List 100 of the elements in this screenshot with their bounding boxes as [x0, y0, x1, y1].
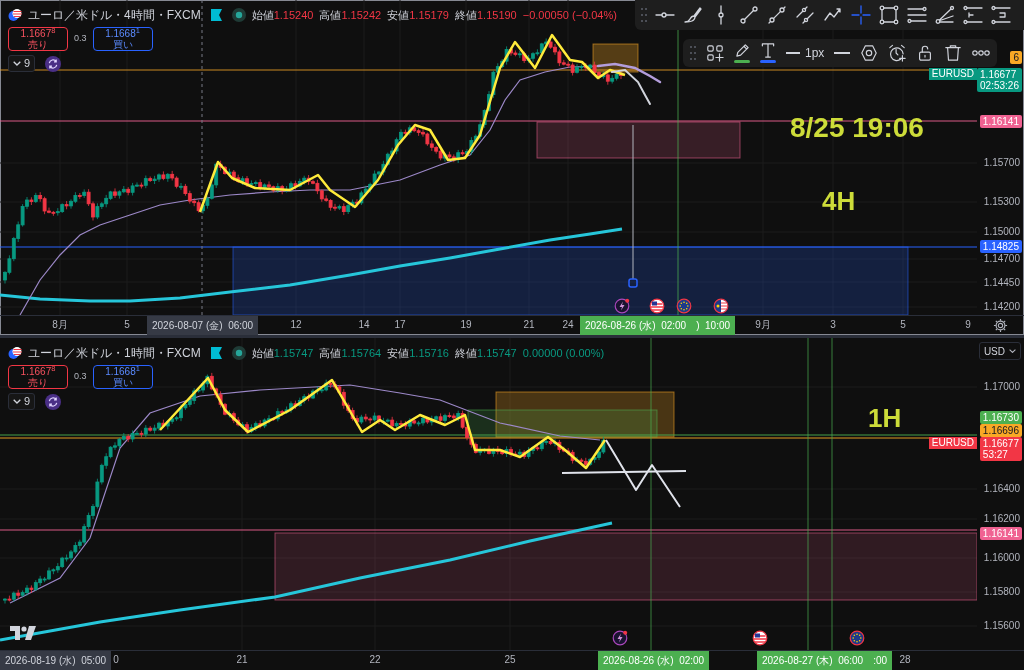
ohlc-value: 終値1.15190	[454, 7, 517, 23]
trend-line-icon[interactable]	[739, 5, 759, 25]
bullish-candle	[407, 124, 412, 136]
bearish-candle	[16, 589, 21, 600]
price-value: 1.16677	[980, 69, 1018, 80]
time-tick: 12	[290, 319, 302, 331]
ray-icon[interactable]	[767, 5, 787, 25]
bearish-candle	[619, 71, 623, 80]
price-tick: 1.14700	[983, 253, 1020, 265]
price-zone	[592, 43, 639, 73]
bullish-candle	[443, 413, 447, 425]
settings-icon[interactable]	[860, 44, 879, 62]
line-icon	[786, 52, 800, 54]
buy-button[interactable]: 1.1668$^{1}$ 買い	[92, 27, 153, 51]
trash-icon[interactable]	[944, 44, 963, 62]
logo-icon[interactable]	[10, 626, 36, 640]
indicators-toggle[interactable]: 9	[8, 393, 36, 410]
time-cursor-label: 2026-08-19 (水) 05:00	[0, 651, 112, 670]
symbol-label: EURUSD	[928, 68, 977, 80]
text-color-button[interactable]	[760, 43, 776, 63]
time-tick: 21	[523, 319, 535, 331]
time-tick: 19	[460, 319, 472, 331]
bearish-candle	[161, 171, 166, 181]
drag-handle-icon[interactable]	[641, 8, 647, 22]
bearish-candle	[258, 419, 263, 429]
price-tick: 1.15800	[983, 586, 1020, 598]
bearish-candle	[148, 425, 153, 433]
chart-pane[interactable]	[0, 0, 1024, 335]
crosshair-icon[interactable]	[851, 5, 871, 25]
bullish-candle	[11, 591, 16, 603]
price-tick: 1.15000	[983, 226, 1020, 238]
sync-icon[interactable]	[45, 393, 62, 410]
chart-pane[interactable]	[0, 338, 1024, 670]
line-width-button[interactable]: 1px	[786, 44, 825, 62]
rectangle-icon[interactable]	[879, 5, 899, 25]
brush-icon[interactable]	[683, 5, 703, 25]
fan-lines-icon[interactable]	[935, 5, 955, 25]
more-icon[interactable]	[972, 50, 991, 56]
template-icon[interactable]	[706, 44, 724, 62]
bearish-candle	[280, 409, 285, 417]
parallel-lines-icon[interactable]	[795, 5, 815, 25]
drag-handle-icon[interactable]	[690, 46, 696, 60]
bullish-candle	[33, 192, 38, 204]
bearish-candle	[139, 430, 144, 438]
time-tick: 9	[965, 319, 971, 331]
chevron-down-icon	[13, 399, 21, 404]
symbol-title[interactable]: ユーロ／米ドル・1時間・FXCM	[28, 344, 201, 362]
bullish-candle	[517, 50, 522, 59]
flag-icon[interactable]	[210, 9, 222, 21]
line-color-button[interactable]	[734, 43, 750, 63]
line-style-icon[interactable]	[834, 52, 851, 54]
time-tick: 17	[394, 319, 406, 331]
bearish-candle	[139, 182, 144, 189]
bearish-candle	[280, 184, 285, 195]
time-tick: 22	[369, 654, 381, 666]
time-tick: 5	[124, 319, 130, 331]
sell-button[interactable]: 1.1667$^{8}$ 売り	[8, 365, 68, 389]
long-position-icon[interactable]	[963, 5, 983, 25]
ohlc-value: 安値1.15716	[387, 345, 449, 361]
time-tick: 9月	[755, 319, 771, 331]
ohlc-value: 高値1.15764	[319, 345, 382, 361]
symbol-title[interactable]: ユーロ／米ドル・4時間・FXCM	[28, 6, 201, 24]
bullish-candle	[3, 597, 7, 604]
bearish-candle	[64, 200, 69, 210]
currency-pair-icon	[8, 8, 22, 22]
bullish-candle	[337, 204, 342, 211]
indicators-toggle[interactable]: 9	[8, 55, 36, 72]
lightning-icon[interactable]	[614, 298, 630, 314]
sync-icon[interactable]	[45, 55, 62, 72]
annotation-text: 8/25 19:06	[790, 114, 924, 142]
price-tick: 1.15300	[983, 196, 1020, 208]
time-tick: 8月	[52, 319, 68, 331]
price-tick: 1.17000	[983, 381, 1020, 393]
time-marker-label: ) 10:00	[691, 316, 736, 335]
eu-flag-icon[interactable]	[676, 298, 692, 314]
price-value: 1.16677	[982, 438, 1019, 449]
horizontal-lines-icon[interactable]	[907, 5, 927, 25]
short-position-icon[interactable]	[991, 5, 1011, 25]
time-tick: 21	[236, 654, 248, 666]
flag-icon[interactable]	[210, 347, 222, 359]
bearish-candle	[161, 419, 166, 429]
eu-flag-icon[interactable]	[849, 630, 865, 646]
time-tick: 3	[830, 319, 836, 331]
us-flag-icon[interactable]	[752, 630, 768, 646]
bearish-candle	[77, 192, 82, 200]
flags-icon[interactable]	[713, 298, 729, 314]
sell-button[interactable]: 1.1667$^{8}$ 売り	[8, 27, 68, 51]
ohlc-value: 安値1.15179	[387, 7, 449, 23]
currency-dropdown[interactable]: USD	[978, 342, 1021, 360]
settings-icon[interactable]	[993, 318, 1008, 333]
bearish-candle	[403, 129, 408, 136]
add-alert-icon[interactable]	[888, 44, 907, 62]
countdown-timer: 53:27	[982, 449, 1009, 460]
bearish-candle	[148, 176, 153, 183]
bearish-candle	[293, 400, 298, 410]
buy-button[interactable]: 1.1668$^{1}$ 買い	[92, 365, 153, 389]
ohlc-value: 始値1.15240	[251, 7, 314, 23]
lightning-icon[interactable]	[612, 630, 628, 646]
us-flag-icon[interactable]	[649, 298, 665, 314]
bullish-candle	[240, 421, 245, 429]
